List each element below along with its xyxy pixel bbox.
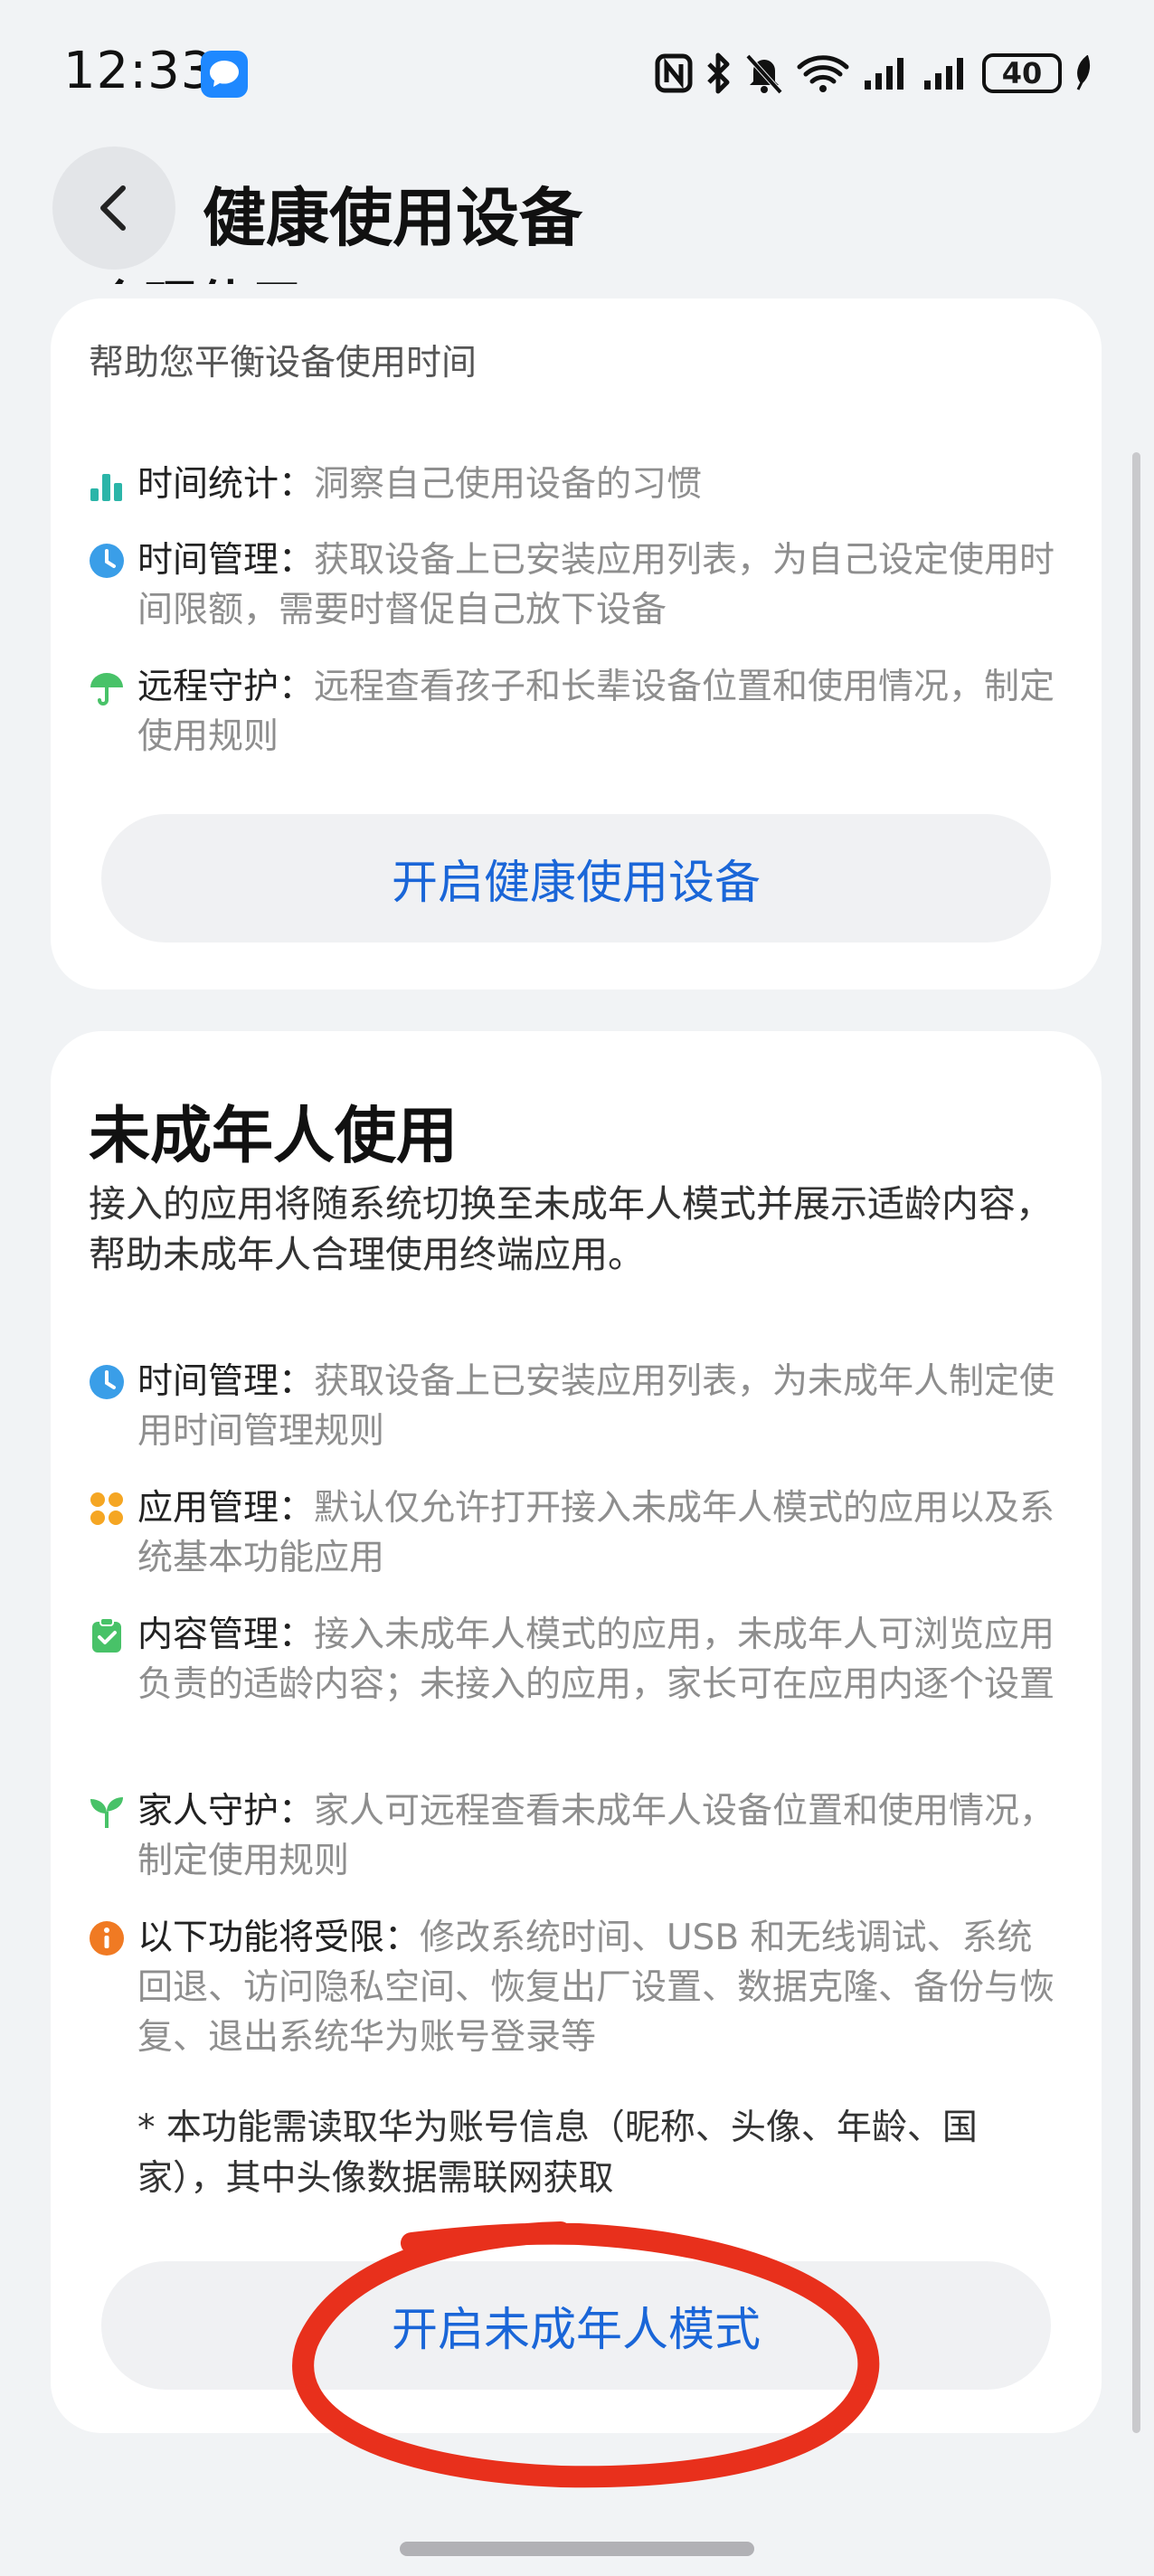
feature-label: 时间管理： (137, 540, 315, 581)
feature-remote-guard: 远程守护：远程查看孩子和长辈设备位置和使用情况，制定使用规则 (89, 662, 1065, 762)
feature-label: 远程守护： (137, 667, 315, 707)
message-icon (201, 51, 248, 98)
feature-label: 应用管理： (137, 1488, 315, 1529)
feature-app-management: 应用管理：默认仅允许打开接入未成年人模式的应用以及系统基本功能应用 (89, 1483, 1065, 1583)
enable-minor-mode-button[interactable]: 开启未成年人模式 (101, 2261, 1051, 2390)
nfc-icon (655, 53, 693, 93)
account-info-note: * 本功能需读取华为账号信息（昵称、头像、年龄、国家），其中头像数据需联网获取 (137, 2107, 978, 2199)
minor-mode-card: 未成年人使用 接入的应用将随系统切换至未成年人模式并展示适龄内容，帮助未成年人合… (51, 1031, 1102, 2433)
wifi-icon (797, 55, 849, 92)
feature-time-management: 时间管理：获取设备上已安装应用列表，为未成年人制定使用时间管理规则 (89, 1357, 1065, 1456)
umbrella-icon (89, 669, 137, 718)
clock-icon (89, 543, 137, 592)
enable-healthy-use-button[interactable]: 开启健康使用设备 (101, 814, 1051, 942)
feature-time-stats: 时间统计：洞察自己使用设备的习惯 (89, 459, 1065, 509)
apps-icon (89, 1491, 137, 1539)
feature-text: 洞察自己使用设备的习惯 (314, 464, 703, 505)
signal-icon (924, 58, 963, 90)
feature-label: 时间统计： (137, 464, 315, 505)
clock-time: 12:33 (63, 42, 214, 100)
feature-content-management: 内容管理：接入未成年人模式的应用，未成年人可浏览应用负责的适龄内容；未接入的应用… (89, 1610, 1065, 1709)
clipboard-check-icon (89, 1617, 137, 1666)
signal-icon (865, 58, 903, 90)
leaf-icon (1076, 55, 1091, 90)
clock-icon (89, 1364, 137, 1413)
scrollbar[interactable] (1132, 452, 1140, 2433)
feature-family-guard: 家人守护：家人可远程查看未成年人设备位置和使用情况，制定使用规则 (89, 1786, 1065, 1886)
feature-restrictions: 以下功能将受限：修改系统时间、USB 和无线调试、系统回退、访问隐私空间、恢复出… (89, 1913, 1065, 2062)
feature-label: 以下功能将受限： (137, 1918, 421, 1958)
page-title: 健康使用设备 (203, 181, 582, 255)
card-title-cut: 合理使用 (92, 251, 302, 284)
bar-chart-icon (89, 467, 137, 516)
feature-label: 内容管理： (137, 1615, 315, 1655)
chevron-left-icon (100, 185, 126, 231)
battery-icon: 40 (982, 53, 1062, 93)
status-bar: 12:33 40 (0, 0, 1154, 145)
status-icons: 40 (655, 52, 1098, 94)
home-indicator[interactable] (400, 2542, 754, 2556)
feature-label: 时间管理： (137, 1361, 315, 1402)
sprout-icon (89, 1794, 137, 1842)
bluetooth-icon (707, 52, 730, 94)
section-description: 接入的应用将随系统切换至未成年人模式并展示适龄内容，帮助未成年人合理使用终端应用… (89, 1182, 1053, 1276)
bell-off-icon (745, 53, 783, 94)
section-title: 未成年人使用 (89, 1101, 459, 1172)
feature-label: 家人守护： (137, 1791, 315, 1832)
card-subtitle: 帮助您平衡设备使用时间 (89, 343, 478, 384)
feature-time-management: 时间管理：获取设备上已安装应用列表，为自己设定使用时间限额，需要时督促自己放下设… (89, 535, 1065, 635)
info-icon (89, 1920, 137, 1969)
healthy-use-card: 合理使用 帮助您平衡设备使用时间 时间统计：洞察自己使用设备的习惯 时间管理：获… (51, 275, 1102, 990)
